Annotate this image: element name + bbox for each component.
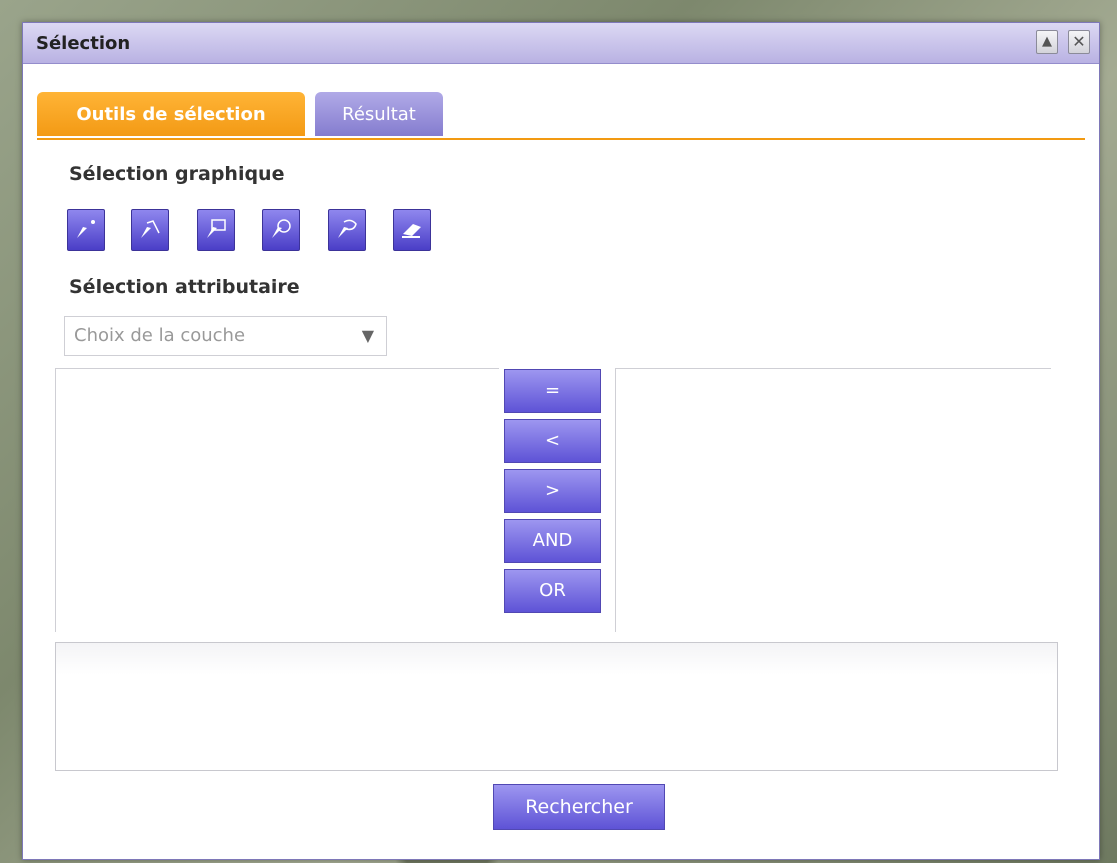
search-button[interactable]: Rechercher bbox=[493, 784, 665, 830]
circle-select-button[interactable] bbox=[262, 209, 300, 251]
rectangle-select-icon bbox=[207, 219, 226, 238]
close-button[interactable]: ✕ bbox=[1068, 30, 1090, 54]
window-title: Sélection bbox=[36, 33, 131, 54]
query-textarea[interactable] bbox=[55, 642, 1058, 771]
attribute-selection-heading: Sélection attributaire bbox=[69, 276, 300, 298]
tab-selection-tools[interactable]: Outils de sélection bbox=[37, 92, 305, 136]
polygon-select-button[interactable] bbox=[328, 209, 366, 251]
chevron-down-icon: ▼ bbox=[361, 326, 374, 345]
values-list[interactable] bbox=[615, 368, 1051, 632]
eraser-icon bbox=[402, 224, 421, 238]
point-select-icon bbox=[77, 220, 95, 238]
layer-select[interactable]: Choix de la couche ▼ bbox=[64, 316, 387, 356]
collapse-button[interactable]: ▲ bbox=[1036, 30, 1058, 54]
equals-button[interactable]: = bbox=[504, 369, 601, 413]
title-bar[interactable]: Sélection ▲ ✕ bbox=[23, 23, 1099, 64]
selection-window: Sélection ▲ ✕ Outils de sélection Résult… bbox=[22, 22, 1100, 860]
line-select-icon bbox=[141, 220, 160, 238]
tab-bar: Outils de sélection Résultat bbox=[37, 92, 1085, 140]
eraser-button[interactable] bbox=[393, 209, 431, 251]
or-button[interactable]: OR bbox=[504, 569, 601, 613]
point-select-button[interactable] bbox=[67, 209, 105, 251]
line-select-button[interactable] bbox=[131, 209, 169, 251]
rectangle-select-button[interactable] bbox=[197, 209, 235, 251]
greater-than-button[interactable]: > bbox=[504, 469, 601, 513]
circle-select-icon bbox=[272, 219, 291, 238]
fields-list[interactable] bbox=[55, 368, 499, 632]
tab-result[interactable]: Résultat bbox=[315, 92, 443, 136]
polygon-select-icon bbox=[338, 219, 357, 238]
layer-select-value: Choix de la couche bbox=[74, 325, 246, 346]
and-button[interactable]: AND bbox=[504, 519, 601, 563]
graphic-selection-heading: Sélection graphique bbox=[69, 163, 285, 185]
less-than-button[interactable]: < bbox=[504, 419, 601, 463]
